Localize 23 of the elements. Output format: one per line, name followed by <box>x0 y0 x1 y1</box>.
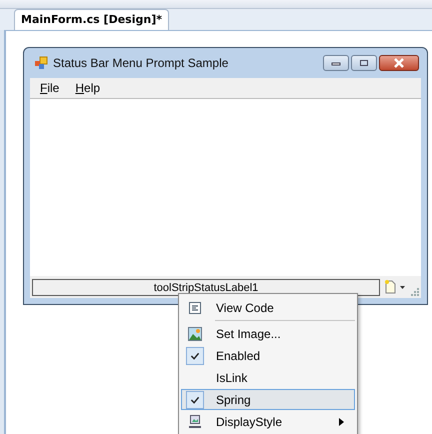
app-icon <box>34 56 48 70</box>
document-lines-icon <box>188 300 202 314</box>
menu-item[interactable]: File <box>40 81 60 95</box>
context-menu-item[interactable]: IsLink <box>181 367 355 388</box>
context-menu-item[interactable]: Enabled <box>181 345 355 366</box>
context-menu-item[interactable]: Spring <box>181 389 355 410</box>
document-tab[interactable]: MainForm.cs [Design]* <box>14 9 169 30</box>
minimize-icon <box>331 60 341 66</box>
menu-item[interactable]: Help <box>75 81 100 95</box>
close-button[interactable] <box>379 55 419 71</box>
resize-grip-icon[interactable] <box>410 287 419 296</box>
close-icon <box>393 58 405 68</box>
context-menu-item[interactable]: View Code <box>181 297 355 318</box>
landscape-image-icon <box>188 326 202 340</box>
maximize-button[interactable] <box>351 55 377 71</box>
maximize-icon <box>359 59 369 67</box>
submenu-arrow-icon <box>339 418 344 426</box>
minimize-button[interactable] <box>323 55 349 71</box>
picture-frame-icon <box>188 414 202 428</box>
context-menu-item[interactable]: DisplayStyle <box>181 411 355 432</box>
window-title: Status Bar Menu Prompt Sample <box>53 56 230 70</box>
context-menu-item[interactable]: Set Image... <box>181 323 355 344</box>
new-item-icon[interactable] <box>384 280 406 294</box>
